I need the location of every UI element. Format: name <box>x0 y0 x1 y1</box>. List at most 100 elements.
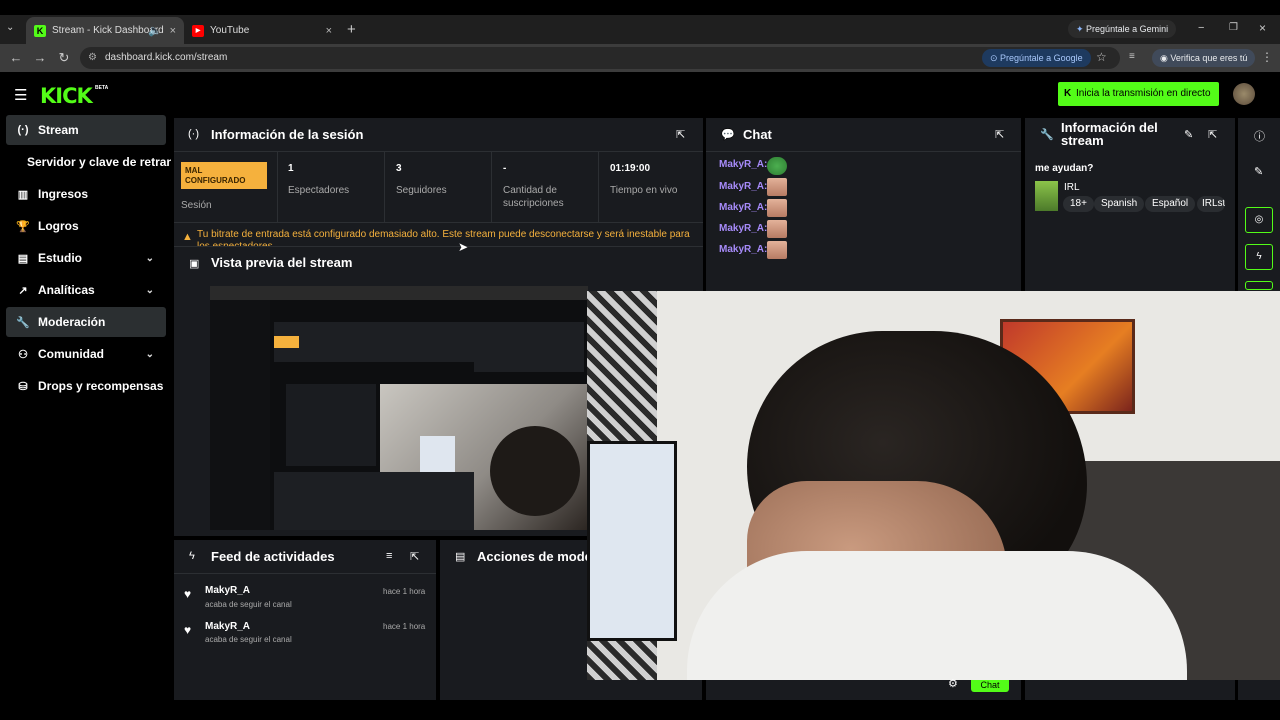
live-time-label: Tiempo en vivo <box>610 185 678 196</box>
minimize-icon[interactable]: − <box>1198 22 1204 34</box>
chat-send-button[interactable]: Chat <box>971 680 1009 692</box>
feed-username[interactable]: MakyR_A <box>205 585 250 596</box>
session-label: Sesión <box>181 200 212 211</box>
sidebar-item-drops[interactable]: ⛁ Drops y recompensas <box>6 371 166 401</box>
person-shirt <box>687 551 1187 680</box>
sidebar-item-label: Comunidad <box>38 347 104 361</box>
gemini-label: Pregúntale a Gemini <box>1086 24 1169 34</box>
stream-preview-video[interactable] <box>210 286 588 530</box>
site-info-icon[interactable]: ⚙ <box>88 47 97 69</box>
chat-username[interactable]: MakyR_A: <box>719 159 767 170</box>
popout-icon[interactable]: ⇱ <box>1208 128 1217 141</box>
viewers-label: Espectadores <box>288 185 350 196</box>
lightning-icon[interactable]: ϟ <box>1245 244 1273 270</box>
close-window-icon[interactable]: × <box>1259 21 1266 35</box>
preview-title: Vista previa del stream <box>211 255 353 270</box>
avatar[interactable] <box>1233 83 1255 105</box>
divider <box>277 152 278 222</box>
broadcast-icon: (·) <box>17 124 29 136</box>
sidebar-item-estudio[interactable]: ▤ Estudio ⌄ <box>6 243 166 273</box>
feed-username[interactable]: MakyR_A <box>205 621 250 632</box>
layout-icon: ▤ <box>17 252 29 265</box>
reload-icon[interactable]: ↻ <box>56 50 72 66</box>
chat-settings-gear-icon[interactable]: ⚙ <box>948 677 958 690</box>
analytics-icon: ↗ <box>18 284 28 297</box>
forward-icon[interactable]: → <box>32 50 48 66</box>
sidebar-item-ingresos[interactable]: ▥ Ingresos <box>6 179 166 209</box>
divider <box>706 151 1021 152</box>
popout-icon[interactable]: ⇱ <box>676 128 685 141</box>
ask-google-button[interactable]: ⊙ Pregúntale a Google <box>982 49 1091 67</box>
preview-icon: ▣ <box>189 258 200 270</box>
hamburger-menu-icon[interactable]: ☰ <box>14 86 27 104</box>
tab-youtube[interactable]: ▶ YouTube × <box>184 17 340 44</box>
maximize-icon[interactable]: ❐ <box>1229 22 1238 33</box>
followers-value: 3 <box>396 163 402 174</box>
sidebar-item-analiticas[interactable]: ↗ Analíticas ⌄ <box>6 275 166 305</box>
info-icon[interactable]: ⓘ <box>1254 128 1265 144</box>
chat-username[interactable]: MakyR_A: <box>719 202 767 213</box>
chat-bubble-icon: 💬 <box>721 129 735 141</box>
sidebar-item-logros[interactable]: 🏆 Logros <box>6 211 166 241</box>
divider <box>174 222 703 223</box>
kick-logo[interactable]: KICK <box>40 84 93 108</box>
edit-pencil-icon[interactable]: ✎ <box>1184 128 1193 141</box>
divider <box>174 246 703 247</box>
popout-icon[interactable]: ⇱ <box>995 128 1004 141</box>
gemini-button[interactable]: ✦ Pregúntale a Gemini <box>1068 20 1177 38</box>
media-control-icon[interactable]: ≡ <box>1129 51 1135 62</box>
category-name[interactable]: IRL <box>1064 182 1080 193</box>
sidebar-item-server-key[interactable]: Servidor y clave de retransmisión <box>6 147 171 177</box>
bitrate-warning: Tu bitrate de entrada está configurado d… <box>197 229 690 246</box>
feed-time: hace 1 hora <box>383 587 426 596</box>
face-emote-icon <box>767 241 787 259</box>
edit-pencil-icon[interactable]: ✎ <box>1254 165 1263 178</box>
tag-chip[interactable]: IRLst <box>1197 196 1225 212</box>
community-icon: ⚇ <box>18 348 28 361</box>
mod-actions-title: Acciones de moderación <box>477 549 587 564</box>
tag-chip[interactable]: Español <box>1145 196 1196 212</box>
stream-info-title: Información del stream <box>1061 120 1158 148</box>
tab-list-icon[interactable]: ⌄ <box>6 22 20 36</box>
sidebar-item-moderacion[interactable]: 🔧 Moderación <box>6 307 166 337</box>
tab-close-icon[interactable]: × <box>170 25 176 37</box>
chat-username[interactable]: MakyR_A: <box>719 244 767 255</box>
verify-button[interactable]: ◉ Verifica que eres tú <box>1152 49 1256 67</box>
back-icon[interactable]: ← <box>8 50 24 66</box>
broadcast-icon: (·) <box>188 128 199 140</box>
chat-username[interactable]: MakyR_A: <box>719 223 767 234</box>
bar-chart-icon: ▥ <box>17 188 29 201</box>
mouse-cursor-icon: ➤ <box>458 240 469 254</box>
go-live-button[interactable]: K Inicia la transmisión en directo <box>1058 82 1219 106</box>
rail-button[interactable] <box>1245 281 1273 290</box>
warning-icon: ▲ <box>182 231 193 243</box>
lens-icon: ⊙ <box>990 53 1001 63</box>
url-text: dashboard.kick.com/stream <box>105 52 228 63</box>
tab-close-icon[interactable]: × <box>326 25 332 37</box>
subs-value: - <box>503 163 507 174</box>
camera-focus-icon[interactable]: ◎ <box>1245 207 1273 233</box>
popout-icon[interactable]: ⇱ <box>410 550 419 563</box>
sidebar-item-label: Moderación <box>38 315 106 329</box>
divider <box>384 152 385 222</box>
tag-chip[interactable]: 18+ <box>1063 196 1094 212</box>
chat-username[interactable]: MakyR_A: <box>719 181 767 192</box>
tab-kick[interactable]: K Stream - Kick Dashboard 🔈 × <box>26 17 184 44</box>
tag-chip[interactable]: Spanish <box>1094 196 1145 212</box>
new-tab-icon[interactable]: + <box>347 21 356 38</box>
bookmark-star-icon[interactable]: ☆ <box>1096 50 1107 64</box>
heart-icon: ♥ <box>184 587 192 601</box>
sidebar-item-stream[interactable]: (·) Stream <box>6 115 166 145</box>
tab-label: Stream - Kick Dashboard <box>52 25 164 36</box>
viewers-value: 1 <box>288 163 294 174</box>
followers-label: Seguidores <box>396 185 447 196</box>
webcam-overlay <box>587 291 1280 680</box>
sidebar-item-comunidad[interactable]: ⚇ Comunidad ⌄ <box>6 339 166 369</box>
sidebar-item-label: Logros <box>38 219 79 233</box>
browser-menu-icon[interactable]: ⋮ <box>1261 50 1273 64</box>
speaker-icon[interactable]: 🔈 <box>148 24 162 37</box>
stream-title-text: me ayudan? <box>1035 163 1094 174</box>
sidebar-item-label: Servidor y clave de retransmisión <box>27 155 171 169</box>
filter-icon[interactable]: ≡ <box>386 550 392 562</box>
url-field[interactable]: ⚙ dashboard.kick.com/stream <box>80 47 1120 69</box>
